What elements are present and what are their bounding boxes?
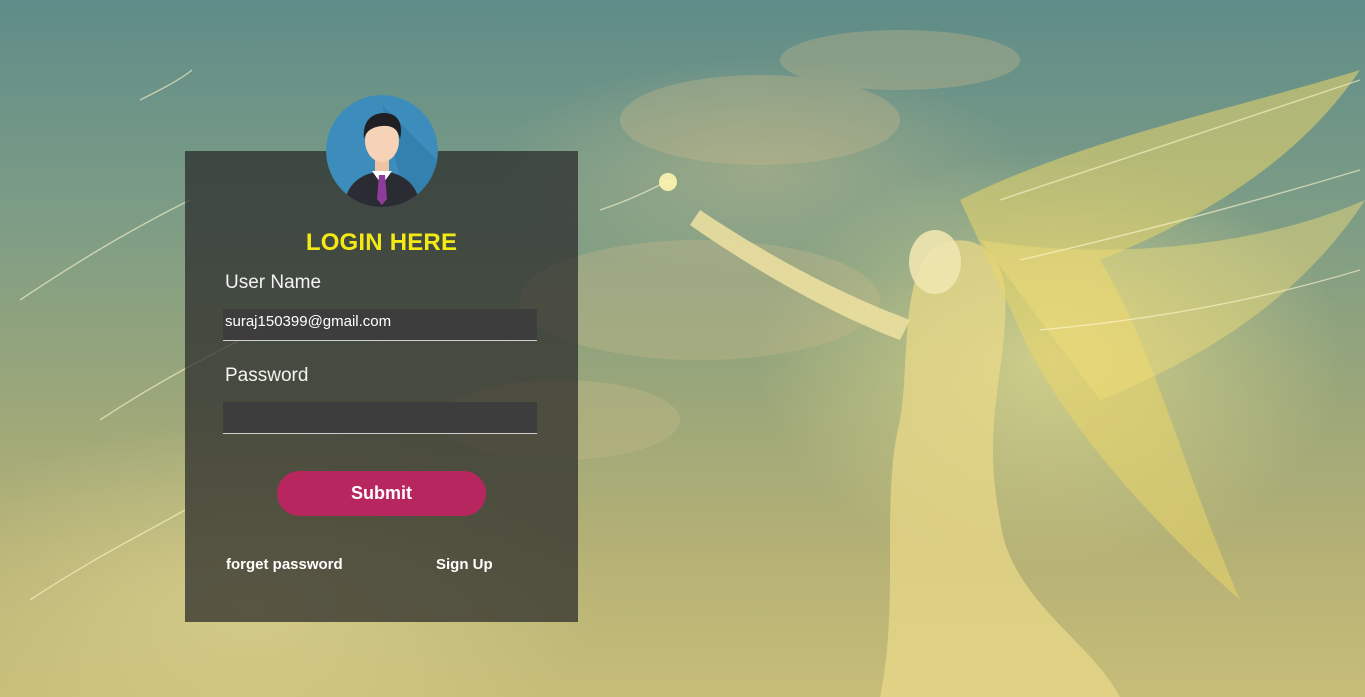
login-page: LOGIN HERE User Name Password Submit for… [0,0,1365,697]
username-label: User Name [225,272,322,293]
password-input[interactable] [223,402,537,434]
user-avatar-icon [326,95,438,207]
forget-password-link[interactable]: forget password [226,556,343,573]
glowing-figure [690,70,1365,697]
sign-up-link[interactable]: Sign Up [436,556,493,573]
username-input[interactable] [223,309,537,341]
submit-button[interactable]: Submit [277,471,486,516]
password-label: Password [225,365,309,386]
fairy-spark [659,173,677,191]
login-title: LOGIN HERE [305,229,458,256]
